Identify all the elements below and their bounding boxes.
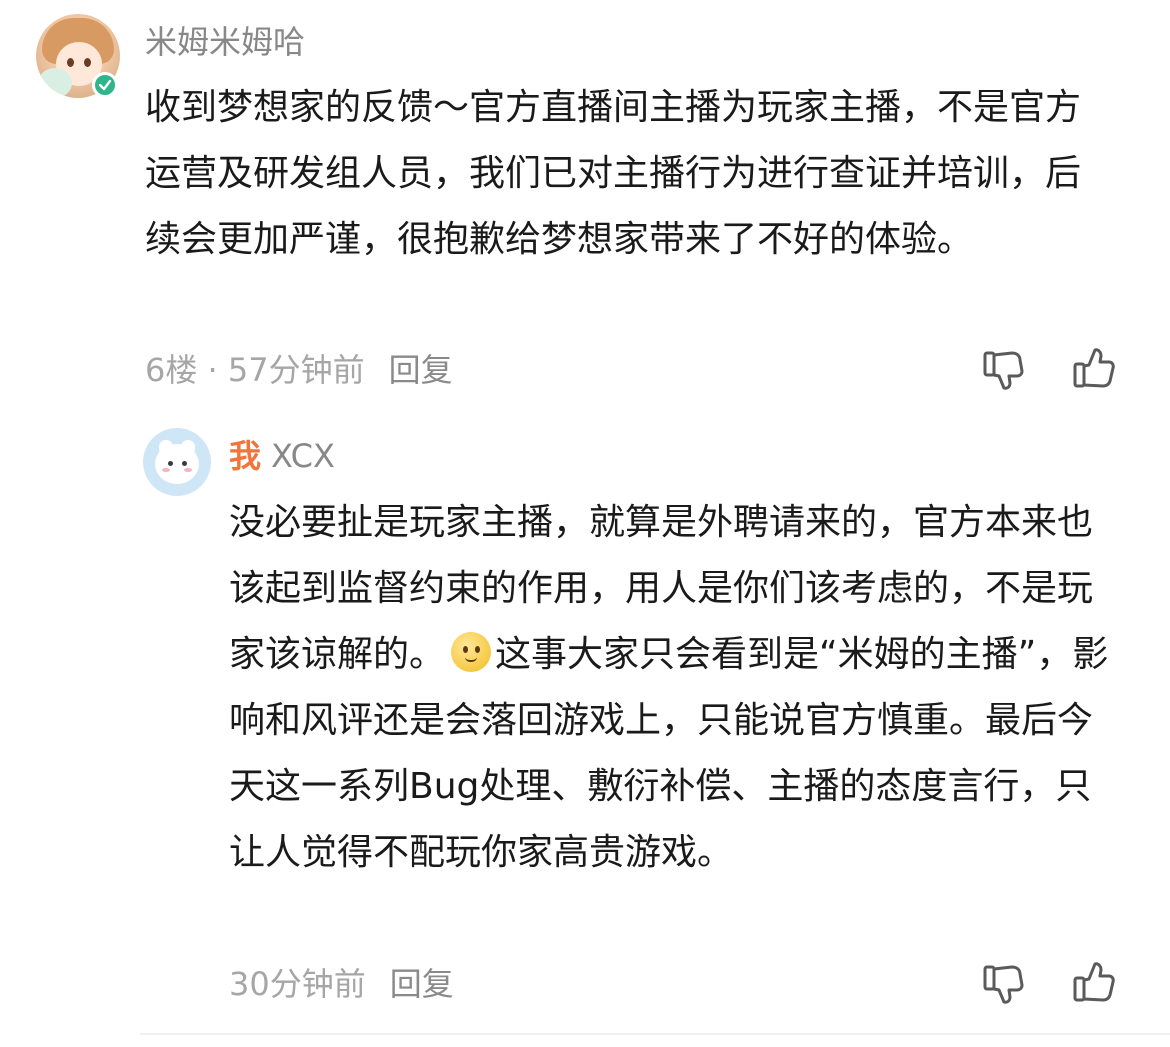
avatar-blush [184,468,192,472]
reply-time: 30分钟前 [229,965,366,1003]
thumbs-up-icon[interactable] [1072,959,1118,1005]
reply-button[interactable]: 回复 [390,965,454,1003]
meta-separator: · [197,351,228,389]
comment-item: 米姆米姆哈 收到梦想家的反馈～官方直播间主播为玩家主播，不是官方运营及研发组人员… [0,0,1170,410]
me-tag: 我 [229,437,262,475]
thumbs-down-icon[interactable] [982,347,1028,393]
verified-check-icon [92,72,118,98]
avatar-eye [67,58,74,67]
avatar-eye [84,58,91,67]
avatar-blush [162,468,170,472]
smirk-emoji-icon [451,632,492,672]
reply-button[interactable]: 回复 [389,351,453,389]
divider [140,1033,1170,1035]
reply-text: 没必要扯是玩家主播，就算是外聘请来的，官方本来也该起到监督约束的作用，用人是你们… [229,490,1124,886]
avatar-pet [38,68,72,98]
thumbs-up-icon[interactable] [1072,345,1118,391]
avatar-eye [182,461,187,466]
thumbs-down-icon[interactable] [982,961,1028,1007]
comment-meta: 6楼 · 57分钟前 回复 [145,348,453,392]
reply-username-row: 我 XCX [229,434,335,478]
comment-text: 收到梦想家的反馈～官方直播间主播为玩家主播，不是官方运营及研发组人员，我们已对主… [145,87,1082,260]
reply-username[interactable]: XCX [271,437,335,475]
floor-number: 6楼 [145,351,198,389]
comment-time: 57分钟前 [227,351,365,389]
avatar[interactable] [143,428,211,496]
avatar-eye [168,461,173,466]
comment-username[interactable]: 米姆米姆哈 [145,20,305,64]
avatar-face [155,444,199,484]
reply-meta: 30分钟前 回复 [229,962,454,1006]
reply-item: 我 XCX 没必要扯是玩家主播，就算是外聘请来的，官方本来也该起到监督约束的作用，… [0,410,1170,1047]
